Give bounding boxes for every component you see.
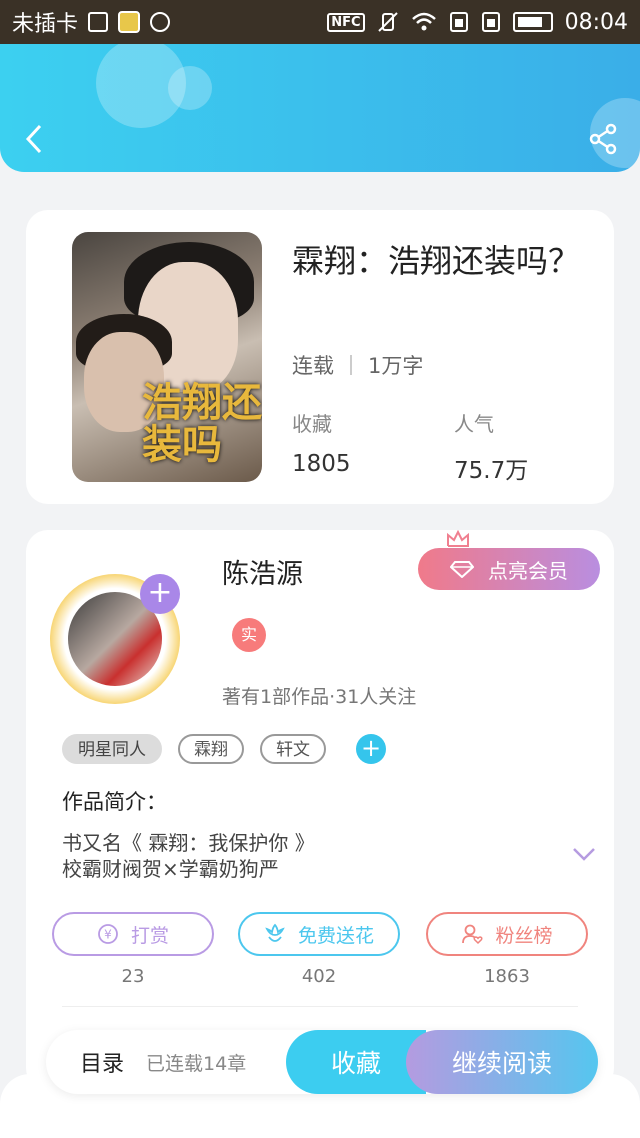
add-tag-button[interactable]: + (356, 734, 386, 764)
fan-ranking-button[interactable]: 粉丝榜 (426, 912, 588, 956)
bottom-action-bar: 目录 已连载14章 收藏 继续阅读 (46, 1030, 598, 1094)
sync-icon (150, 12, 171, 32)
send-flower-button[interactable]: 免费送花 (238, 912, 400, 956)
share-icon[interactable] (586, 122, 620, 156)
intro-text: 书又名《 霖翔：我保护你 》 校霸财阀贺×学霸奶狗严 (62, 831, 315, 881)
favorites-label: 收藏 (292, 412, 332, 436)
flower-icon (265, 923, 285, 942)
favorites-stat: 收藏 1805 (292, 408, 351, 477)
author-card: + 陈浩源 点亮会员 实 著有1部作品·31人关注 明星同人 霖翔 轩文 + 作… (26, 530, 614, 1090)
header-banner (0, 44, 640, 172)
sim1-icon (449, 12, 468, 32)
nfc-icon: NFC (327, 12, 365, 32)
book-info-card: 浩翔还装吗 霖翔：浩翔还装吗？ 连载 1万字 收藏 1805 人气 75.7万 (26, 210, 614, 504)
sim2-icon (481, 12, 500, 32)
tag-list: 明星同人 霖翔 轩文 + (62, 734, 386, 764)
favorites-value: 1805 (292, 451, 351, 477)
collect-button[interactable]: 收藏 (286, 1030, 426, 1094)
crown-icon (447, 530, 469, 547)
book-title: 霖翔：浩翔还装吗？ (292, 242, 581, 280)
back-icon[interactable] (18, 122, 52, 156)
app-notification-icon (118, 11, 141, 33)
reward-label: 打赏 (130, 924, 169, 947)
status-bar: 未插卡 NFC 08:04 (0, 0, 640, 44)
meta-divider (350, 355, 352, 375)
reward-button[interactable]: ¥ 打赏 (52, 912, 214, 956)
catalog-button[interactable]: 目录 (80, 1046, 124, 1078)
carrier-text: 未插卡 (12, 12, 79, 37)
popularity-stat: 人气 75.7万 (454, 408, 528, 485)
battery-icon (512, 12, 553, 32)
chevron-down-icon[interactable] (572, 846, 596, 862)
fans-icon (462, 924, 484, 945)
fans-count: 1863 (484, 966, 530, 987)
fan-ranking-label: 粉丝榜 (495, 924, 553, 947)
send-flower-label: 免费送花 (297, 924, 374, 947)
verified-badge: 实 (232, 618, 266, 652)
reward-count: 23 (121, 966, 145, 987)
image-icon (88, 12, 109, 32)
continue-reading-button[interactable]: 继续阅读 (406, 1030, 598, 1094)
divider (62, 1006, 578, 1007)
svg-text:¥: ¥ (104, 928, 112, 942)
popularity-label: 人气 (454, 412, 494, 436)
vip-button-label: 点亮会员 (488, 558, 568, 583)
tag-item[interactable]: 明星同人 (62, 734, 162, 764)
follow-plus-button[interactable]: + (140, 574, 180, 614)
book-cover[interactable]: 浩翔还装吗 (72, 232, 262, 482)
clock: 08:04 (564, 9, 628, 35)
diamond-icon (450, 561, 474, 578)
tag-item[interactable]: 霖翔 (178, 734, 244, 764)
chapter-count[interactable]: 已连载14章 (146, 1049, 246, 1076)
word-count: 1万字 (368, 354, 424, 378)
decor-bubble (168, 66, 212, 110)
book-meta: 连载 1万字 (292, 350, 423, 380)
serial-status: 连载 (292, 354, 334, 378)
popularity-value: 75.7万 (454, 458, 529, 484)
author-name[interactable]: 陈浩源 (222, 552, 303, 591)
wifi-icon (411, 12, 436, 31)
vip-button[interactable]: 点亮会员 (418, 548, 600, 590)
cover-title-text: 浩翔还装吗 (142, 379, 262, 468)
author-stats: 著有1部作品·31人关注 (222, 686, 417, 708)
flower-count: 402 (301, 966, 337, 987)
intro-heading: 作品简介： (62, 790, 167, 814)
vibrate-icon (377, 12, 398, 32)
tag-item[interactable]: 轩文 (260, 734, 326, 764)
yen-icon: ¥ (98, 924, 118, 944)
